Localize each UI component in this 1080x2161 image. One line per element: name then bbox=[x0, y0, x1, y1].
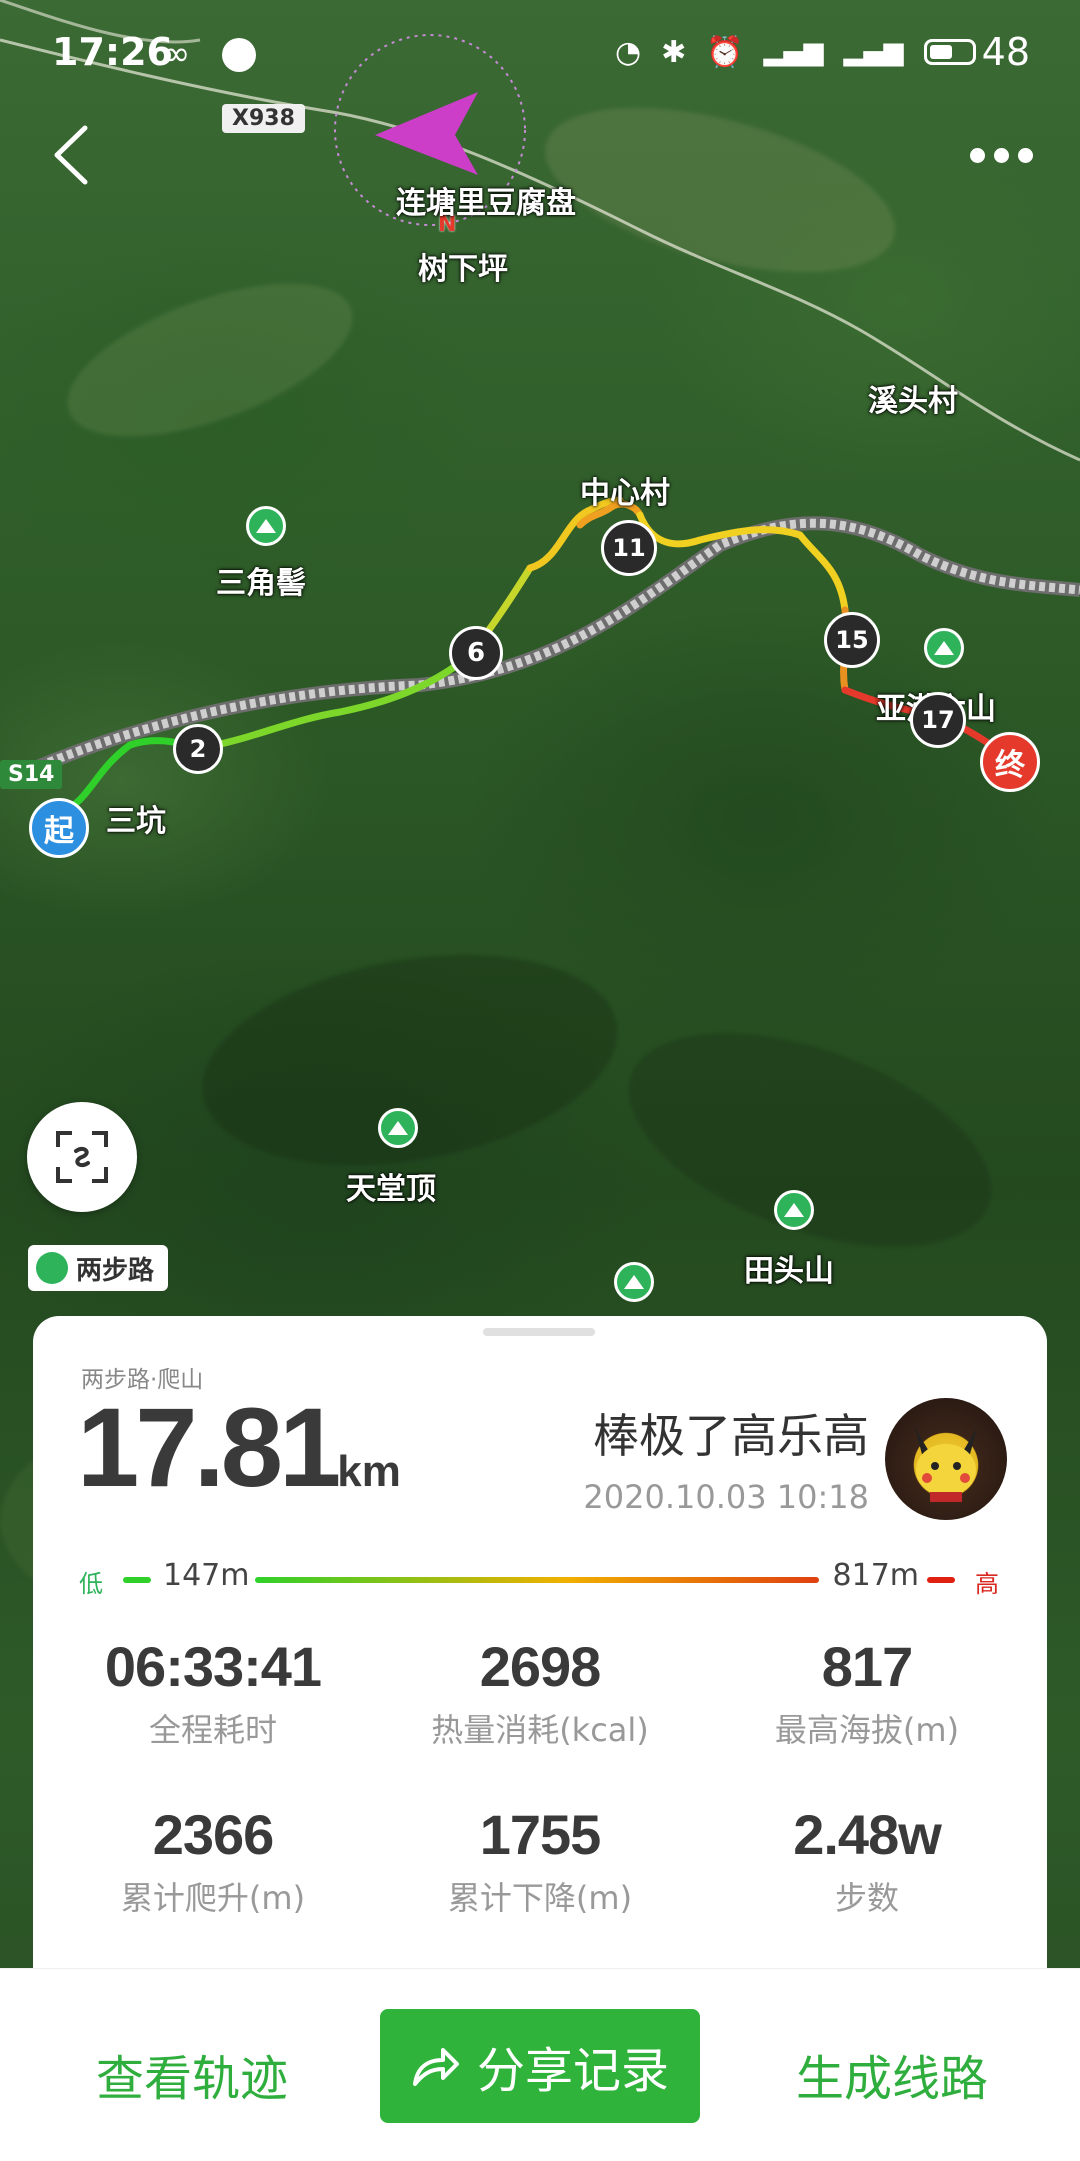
stat-total-ascent: 2366 累计爬升(m) bbox=[53, 1802, 373, 1919]
activity-datetime: 2020.10.03 10:18 bbox=[583, 1478, 869, 1516]
alarm-icon: ⏰ bbox=[706, 34, 744, 70]
scan-frame-icon bbox=[56, 1131, 108, 1183]
stat-label: 热量消耗(kcal) bbox=[431, 1711, 649, 1749]
dot-icon bbox=[994, 147, 1009, 163]
stat-label: 最高海拔(m) bbox=[774, 1711, 960, 1749]
waypoint-marker[interactable]: 2 bbox=[173, 724, 223, 774]
track-summary-card: 两步路·爬山 17.81km 棒极了高乐高 2020.10.03 10:18 低… bbox=[33, 1316, 1047, 1996]
elevation-bar-low bbox=[123, 1577, 151, 1583]
stat-value: 2366 bbox=[152, 1803, 275, 1866]
place-label: 连塘里豆腐盘 bbox=[396, 186, 576, 221]
distance-unit: km bbox=[337, 1447, 401, 1496]
elevation-low-value: 147m bbox=[163, 1558, 250, 1593]
stat-label: 累计爬升(m) bbox=[120, 1879, 306, 1917]
waypoint-marker[interactable]: 6 bbox=[449, 626, 503, 680]
stat-value: 1755 bbox=[479, 1803, 602, 1866]
place-label: 天堂顶 bbox=[346, 1172, 436, 1207]
elevation-low-label: 低 bbox=[79, 1570, 103, 1598]
signal-hd-icon: ▂▄▆ bbox=[843, 37, 904, 67]
elevation-range: 低 147m 817m 高 bbox=[33, 1558, 1047, 1598]
stat-calories: 2698 热量消耗(kcal) bbox=[380, 1634, 700, 1751]
elevation-high-value: 817m bbox=[832, 1558, 919, 1593]
dot-icon bbox=[970, 147, 985, 163]
app-logo-text: 两步路 bbox=[76, 1255, 155, 1286]
elevation-gradient-bar bbox=[255, 1577, 819, 1583]
end-marker[interactable]: 终 bbox=[980, 732, 1040, 792]
app-logo-icon bbox=[36, 1252, 68, 1284]
distance-value: 17.81 bbox=[77, 1385, 341, 1510]
stat-label: 累计下降(m) bbox=[447, 1879, 633, 1917]
elevation-bar-high bbox=[927, 1577, 955, 1583]
avatar[interactable] bbox=[885, 1398, 1007, 1520]
start-marker[interactable]: 起 bbox=[29, 798, 89, 858]
stat-steps: 2.48w 步数 bbox=[707, 1802, 1027, 1919]
infinity-icon: ∞ bbox=[162, 34, 191, 74]
stat-label: 步数 bbox=[834, 1879, 899, 1917]
waypoint-marker[interactable]: 11 bbox=[601, 520, 657, 576]
drag-handle[interactable] bbox=[483, 1328, 595, 1336]
place-label: 三角髻 bbox=[216, 566, 306, 601]
waypoint-marker[interactable]: 17 bbox=[910, 692, 966, 748]
chevron-left-icon bbox=[54, 125, 88, 185]
share-record-label: 分享记录 bbox=[476, 2043, 669, 2099]
battery-icon: 48 bbox=[923, 30, 1030, 74]
share-record-button[interactable]: 分享记录 bbox=[380, 2009, 700, 2123]
stat-value: 817 bbox=[821, 1635, 913, 1698]
more-options-button[interactable] bbox=[970, 140, 1040, 170]
stat-total-descent: 1755 累计下降(m) bbox=[380, 1802, 700, 1919]
bluetooth-icon: ✱ bbox=[661, 34, 687, 70]
stat-value: 06:33:41 bbox=[104, 1635, 322, 1698]
status-time: 17:26 bbox=[52, 30, 173, 74]
stat-value: 2.48w bbox=[793, 1803, 942, 1866]
share-icon bbox=[412, 2048, 459, 2086]
place-label: 树下坪 bbox=[418, 252, 508, 287]
back-button[interactable] bbox=[45, 120, 105, 190]
stat-label: 全程耗时 bbox=[148, 1711, 277, 1749]
signal-4g-icon: ▂▄▆ bbox=[763, 37, 824, 67]
total-distance: 17.81km bbox=[77, 1392, 401, 1504]
avatar-image bbox=[915, 1428, 977, 1502]
stat-duration: 06:33:41 全程耗时 bbox=[53, 1634, 373, 1751]
fit-track-button[interactable] bbox=[27, 1102, 137, 1212]
generate-route-button[interactable]: 生成线路 bbox=[796, 2039, 988, 2109]
place-label: 溪头村 bbox=[868, 384, 958, 419]
place-label: 三坑 bbox=[106, 804, 166, 839]
dot-icon bbox=[1018, 147, 1033, 163]
status-icons: ◔ ✱ ⏰ ▂▄▆ ▂▄▆ 48 bbox=[615, 30, 1030, 74]
waypoint-marker[interactable]: 15 bbox=[824, 612, 880, 668]
bottom-action-bar: 查看轨迹 分享记录 生成线路 bbox=[0, 1968, 1080, 2161]
place-label: 田头山 bbox=[744, 1254, 834, 1289]
elevation-high-label: 高 bbox=[975, 1570, 999, 1598]
mountain-peak-icon[interactable] bbox=[246, 506, 286, 546]
road-badge-s14: S14 bbox=[0, 760, 63, 789]
place-label: 中心村 bbox=[580, 476, 670, 511]
stat-max-altitude: 817 最高海拔(m) bbox=[707, 1634, 1027, 1751]
mountain-peak-icon[interactable] bbox=[378, 1108, 418, 1148]
user-name[interactable]: 棒极了高乐高 bbox=[593, 1400, 869, 1466]
mountain-peak-icon[interactable] bbox=[614, 1262, 654, 1302]
status-bar: 17:26 ∞ ◔ ✱ ⏰ ▂▄▆ ▂▄▆ 48 bbox=[0, 0, 1080, 110]
app-notification-icon bbox=[222, 38, 256, 72]
stat-value: 2698 bbox=[479, 1635, 602, 1698]
battery-level: 48 bbox=[981, 30, 1030, 74]
mountain-peak-icon[interactable] bbox=[774, 1190, 814, 1230]
nfc-icon: ◔ bbox=[614, 34, 642, 70]
mountain-peak-icon[interactable] bbox=[924, 628, 964, 668]
view-track-button[interactable]: 查看轨迹 bbox=[96, 2039, 288, 2109]
app-logo: 两步路 bbox=[28, 1245, 169, 1291]
